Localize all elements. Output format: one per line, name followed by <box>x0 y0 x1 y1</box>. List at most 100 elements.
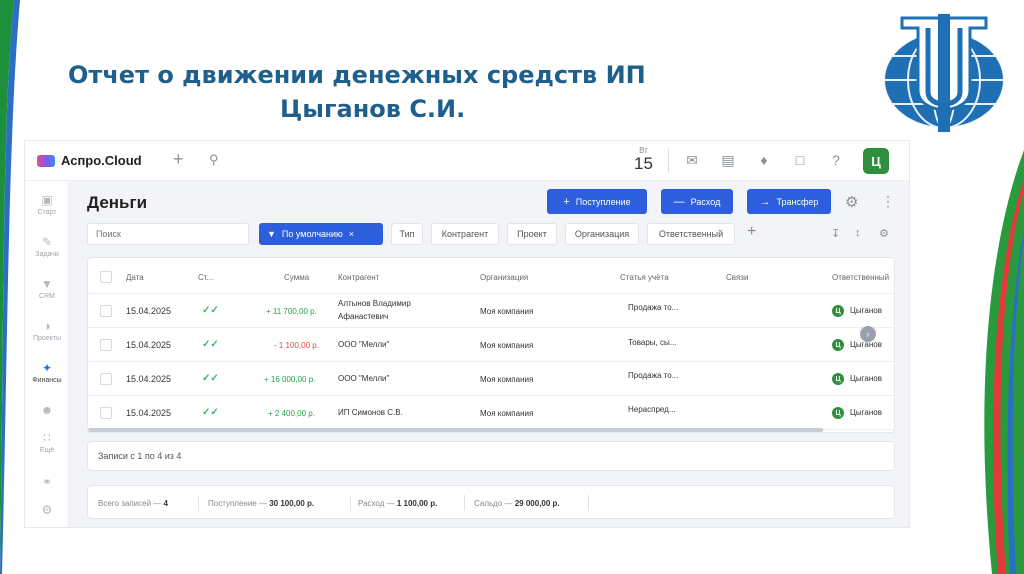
filter-chip-project[interactable]: Проект <box>507 223 557 245</box>
header-links[interactable]: Связи <box>726 273 748 282</box>
header-organization[interactable]: Организация <box>480 273 528 282</box>
status-check-icon: ✓✓ <box>202 373 219 384</box>
notes-icon[interactable]: ▤ <box>719 152 737 169</box>
cell-date: 15.04.2025 <box>126 374 172 384</box>
filter-chip-counterparty[interactable]: Контрагент <box>431 223 499 245</box>
cell-counterparty-line2[interactable]: Афанастевич <box>338 312 388 321</box>
income-button[interactable]: + Поступление <box>547 189 647 214</box>
table-row[interactable]: 15.04.2025 ✓✓ + 11 700,00 р. Алтынов Вла… <box>88 294 894 328</box>
scroll-right-icon[interactable]: › <box>860 326 876 342</box>
nav-item-start[interactable]: ▣ Старт <box>25 193 69 216</box>
table-header: Дата Ст... Сумма Контрагент Организация … <box>88 258 894 294</box>
finance-icon: ✦ <box>41 361 53 375</box>
bell-icon[interactable]: ♦ <box>755 152 773 168</box>
nav-item-users[interactable]: ☻ <box>25 403 69 417</box>
filter-preset-label: По умолчанию <box>281 229 343 239</box>
kebab-menu-icon[interactable]: ⋮ <box>881 193 895 210</box>
row-checkbox[interactable] <box>100 305 112 317</box>
cell-counterparty[interactable]: ООО "Мелли" <box>338 340 389 349</box>
app-screenshot: Аспро.Cloud + ⚲ Вт 15 ✉ ▤ ♦ □ ? Ц ▣ Стар… <box>24 140 910 528</box>
header-amount[interactable]: Сумма <box>284 273 309 282</box>
row-checkbox[interactable] <box>100 373 112 385</box>
table-row[interactable]: 15.04.2025 ✓✓ + 16 000,00 р. ООО "Мелли"… <box>88 362 894 396</box>
summary-bar: Всего записей — 4 Поступление — 30 100,0… <box>87 485 895 519</box>
side-navigation: ▣ Старт ✎ Задачи ▼ CRM ◑ Проекты ✦ Финан… <box>25 181 69 527</box>
summary-balance-value: 29 000,00 р. <box>514 499 560 508</box>
add-filter-icon[interactable]: + <box>747 223 756 241</box>
nav-label: CRM <box>39 293 55 300</box>
header-responsible[interactable]: Ответственный <box>832 273 889 282</box>
calendar-date[interactable]: Вт 15 <box>634 147 653 173</box>
cell-date: 15.04.2025 <box>126 408 172 418</box>
filter-chip-type[interactable]: Тип <box>391 223 423 245</box>
nav-item-projects[interactable]: ◑ Проекты <box>25 319 69 342</box>
header-status[interactable]: Ст... <box>198 273 213 282</box>
cell-responsible: Цыганов <box>850 306 882 315</box>
cell-counterparty[interactable]: ООО "Мелли" <box>338 374 389 383</box>
summary-expense-label: Расход — <box>358 499 395 508</box>
filter-chip-organization[interactable]: Организация <box>565 223 639 245</box>
horizontal-scrollbar[interactable] <box>88 428 823 432</box>
header-date[interactable]: Дата <box>126 273 144 282</box>
download-icon[interactable]: ↧ <box>831 227 840 240</box>
header-counterparty[interactable]: Контрагент <box>338 273 379 282</box>
settings-icon: ⚙ <box>41 503 53 517</box>
cell-date: 15.04.2025 <box>126 306 172 316</box>
responsible-avatar: Ц <box>832 339 844 351</box>
nav-item-more[interactable]: ∷ Ещё <box>25 431 69 454</box>
summary-divider <box>464 495 465 511</box>
filter-bar: ▼ По умолчанию × Тип Контрагент Проект О… <box>87 223 895 245</box>
expense-button[interactable]: — Расход <box>661 189 733 214</box>
row-checkbox[interactable] <box>100 407 112 419</box>
summary-total-label: Всего записей — <box>98 499 162 508</box>
gear-icon[interactable]: ⚙ <box>845 193 858 211</box>
cell-organization: Моя компания <box>480 307 534 316</box>
slide-decoration-right <box>984 150 1024 574</box>
summary-expense: Расход — 1 100,00 р. <box>358 499 437 508</box>
university-logo <box>883 14 1005 132</box>
table-row[interactable]: 15.04.2025 ✓✓ - 1 100,00 р. ООО "Мелли" … <box>88 328 894 362</box>
close-icon[interactable]: × <box>349 229 354 239</box>
transfer-button[interactable]: → Трансфер <box>747 189 831 214</box>
cell-article: Продажа то... <box>628 303 679 312</box>
create-plus-icon[interactable]: + <box>173 149 184 170</box>
select-all-checkbox[interactable] <box>100 271 112 283</box>
nav-item-settings[interactable]: ⚙ <box>25 503 69 517</box>
nav-item-tasks[interactable]: ✎ Задачи <box>25 235 69 258</box>
filter-preset[interactable]: ▼ По умолчанию × <box>259 223 383 245</box>
row-checkbox[interactable] <box>100 339 112 351</box>
search-input[interactable] <box>87 223 249 245</box>
summary-divider <box>198 495 199 511</box>
user-avatar[interactable]: Ц <box>863 148 889 174</box>
summary-balance-label: Сальдо — <box>474 499 513 508</box>
brand[interactable]: Аспро.Cloud <box>37 153 142 168</box>
search-icon[interactable]: ⚲ <box>209 152 219 168</box>
page-title: Деньги <box>87 193 148 212</box>
header-article[interactable]: Статья учёта <box>620 273 669 282</box>
nav-item-help[interactable]: ⚭ <box>25 475 69 489</box>
collapse-icon[interactable]: ↕ <box>855 227 861 239</box>
nav-label: Проекты <box>32 335 62 342</box>
filter-chip-responsible[interactable]: Ответственный <box>647 223 735 245</box>
table-row[interactable]: 15.04.2025 ✓✓ + 2 400,00 р. ИП Симонов С… <box>88 396 894 430</box>
transactions-table: Дата Ст... Сумма Контрагент Организация … <box>87 257 895 433</box>
top-bar: Аспро.Cloud + ⚲ Вт 15 ✉ ▤ ♦ □ ? Ц <box>25 141 909 181</box>
help-circle-icon[interactable]: ? <box>827 152 845 168</box>
chat-icon[interactable]: □ <box>791 152 809 168</box>
cell-counterparty[interactable]: ИП Симонов С.В. <box>338 408 403 417</box>
nav-item-finance[interactable]: ✦ Финансы <box>25 361 69 384</box>
responsible-avatar: Ц <box>832 407 844 419</box>
slide-title-line-1: Отчет о движении денежных средств ИП <box>68 61 646 89</box>
cell-organization: Моя компания <box>480 341 534 350</box>
slide-title: Отчет о движении денежных средств ИП Цыг… <box>60 58 720 126</box>
plus-icon: + <box>563 195 570 208</box>
cell-article: Продажа то... <box>628 371 679 380</box>
status-check-icon: ✓✓ <box>202 407 219 418</box>
responsible-avatar: Ц <box>832 373 844 385</box>
income-button-label: Поступление <box>575 196 631 207</box>
tasks-icon: ✎ <box>41 235 53 249</box>
mail-icon[interactable]: ✉ <box>683 152 701 169</box>
table-settings-icon[interactable]: ⚙ <box>879 227 889 240</box>
cell-counterparty[interactable]: Алтынов Владимир <box>338 299 411 308</box>
nav-item-crm[interactable]: ▼ CRM <box>25 277 69 300</box>
